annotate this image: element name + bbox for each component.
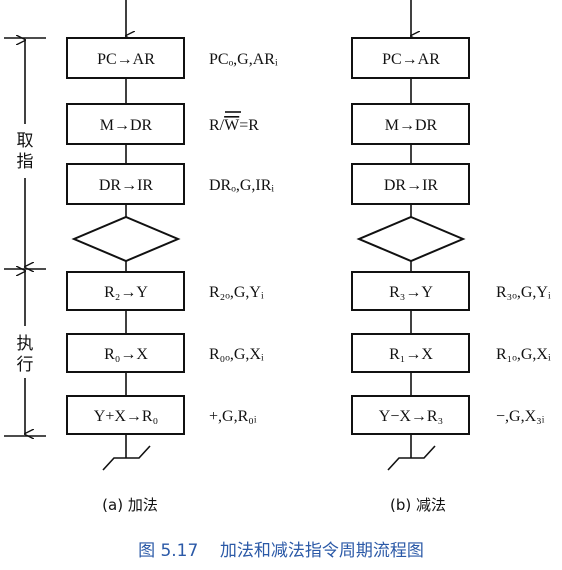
control-signal: PCₒ,G,ARᵢ xyxy=(209,51,278,68)
decision-diamond xyxy=(356,215,466,263)
box-text: M→DR xyxy=(385,117,438,134)
box-text: PC→AR xyxy=(382,51,440,68)
box-text: R₀→X xyxy=(104,346,148,363)
box-text: M→DR xyxy=(100,117,153,134)
fetch-phase-label-char: 取 xyxy=(17,131,34,151)
subtraction-flow: PC→AR M→DR DR→IR R₃→Y R₁→X Y−X→R₃ R₃ₒ,G,… xyxy=(351,0,551,514)
fetch-phase-label-char: 指 xyxy=(17,152,34,172)
box-text: Y−X→R₃ xyxy=(379,408,443,425)
write-overbar: W xyxy=(224,117,240,134)
panel-label: (a) 加法 xyxy=(102,496,158,514)
control-signal: −,G,X₃ᵢ xyxy=(496,408,545,425)
instruction-cycle-flowchart: 取 指 执 行 PC→AR M→DR DR→IR R₂→Y R₀→X Y+X→R… xyxy=(4,0,551,561)
control-signal: +,G,R₀ᵢ xyxy=(209,408,257,425)
box-text: DR→IR xyxy=(384,177,439,194)
phase-bracket: 取 指 执 行 xyxy=(4,38,46,436)
control-signal: R₃ₒ,G,Yᵢ xyxy=(496,284,551,301)
control-signal: DRₒ,G,IRᵢ xyxy=(209,177,274,194)
execute-phase-label-char: 执 xyxy=(17,334,34,354)
figure-caption: 图 5.17 加法和减法指令周期流程图 xyxy=(138,541,424,561)
box-text: Y+X→R₀ xyxy=(94,408,158,425)
execute-phase-label-char: 行 xyxy=(17,355,34,375)
box-text: R₂→Y xyxy=(104,284,148,301)
box-text: DR→IR xyxy=(99,177,154,194)
addition-flow: PC→AR M→DR DR→IR R₂→Y R₀→X Y+X→R₀ PCₒ,G,… xyxy=(66,0,278,514)
panel-label: (b) 减法 xyxy=(390,496,446,514)
decision-diamond xyxy=(71,215,181,263)
box-text: PC→AR xyxy=(97,51,155,68)
box-text: R₁→X xyxy=(389,346,433,363)
control-signal: R/W=R xyxy=(209,117,259,134)
control-signal: R₀ₒ,G,Xᵢ xyxy=(209,346,264,363)
control-signal: R₂ₒ,G,Yᵢ xyxy=(209,284,264,301)
box-text: R₃→Y xyxy=(389,284,433,301)
control-signal: R₁ₒ,G,Xᵢ xyxy=(496,346,551,363)
